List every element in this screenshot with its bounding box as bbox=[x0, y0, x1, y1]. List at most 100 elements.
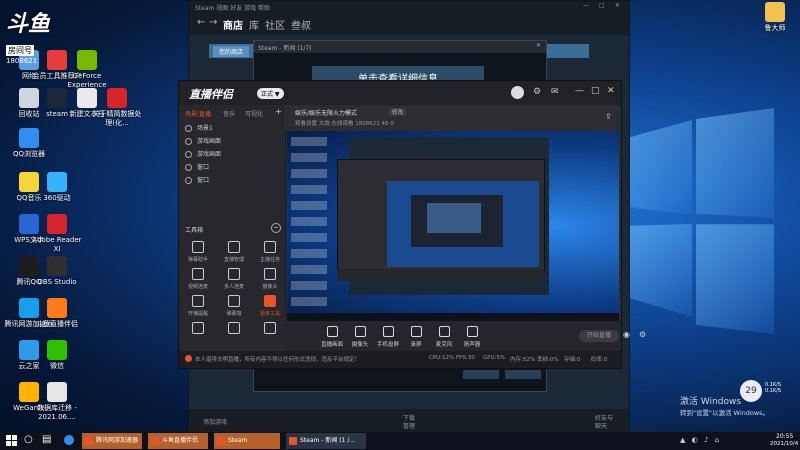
control-button[interactable]: 手机投屏 bbox=[377, 326, 399, 348]
control-button[interactable]: 麦克风 bbox=[433, 326, 455, 348]
steam-menu[interactable]: Steam 视图 好友 游戏 帮助 bbox=[195, 3, 270, 12]
tool-item[interactable]: 弹幕助手 bbox=[185, 241, 211, 263]
nav-library[interactable]: 库 bbox=[249, 17, 259, 32]
control-button[interactable]: 直播画面 bbox=[321, 326, 343, 348]
eye-icon[interactable] bbox=[185, 125, 192, 132]
gear-icon[interactable]: ⚙ bbox=[639, 330, 646, 339]
taskbar-app[interactable]: Steam - 新闻 (1 /... bbox=[286, 433, 366, 449]
desktop-icon[interactable]: Adobe Reader XI bbox=[30, 214, 84, 254]
speed-widget[interactable]: 29 bbox=[740, 380, 762, 402]
warning-icon bbox=[185, 355, 192, 362]
tool-item[interactable]: 弹幕墙 bbox=[221, 295, 247, 317]
tool-label: 视频连麦 bbox=[187, 284, 208, 290]
tool-icon bbox=[264, 268, 276, 280]
desktop-icon[interactable]: 数据库迁移 - 2021.06.... bbox=[30, 382, 84, 422]
desktop-icon-label: 微信 bbox=[50, 362, 64, 370]
toolbox-collapse-icon[interactable]: − bbox=[271, 223, 281, 233]
close-icon[interactable]: ✕ bbox=[536, 42, 541, 49]
app-icon bbox=[77, 50, 97, 70]
tool-item[interactable] bbox=[221, 322, 247, 337]
eye-icon[interactable] bbox=[185, 164, 192, 171]
tool-item[interactable]: 直播管理 bbox=[221, 241, 247, 263]
tool-item[interactable]: 更多工具 bbox=[257, 295, 283, 317]
scene-label: 游戏画面 bbox=[197, 151, 222, 158]
desktop-icon[interactable]: 斗鱼直播伴侣 bbox=[30, 298, 84, 329]
add-game-button[interactable]: 添加游戏 bbox=[203, 417, 227, 426]
clock-date[interactable]: 2021/10/4 bbox=[770, 441, 798, 447]
tool-icon bbox=[228, 241, 240, 253]
close-icon[interactable]: ✕ bbox=[607, 86, 615, 96]
message-icon[interactable]: ✉ bbox=[551, 87, 559, 97]
minimize-icon[interactable]: — bbox=[575, 86, 584, 96]
desktop-icon[interactable]: GeForce Experience bbox=[60, 50, 114, 90]
desktop-icon-label: 数据库迁移 - 2021.06.... bbox=[37, 404, 77, 421]
add-scene-icon[interactable]: + bbox=[275, 107, 282, 116]
tray-icons[interactable]: ▲ ◐ ♪ ⌂ bbox=[680, 436, 721, 444]
preview-canvas[interactable] bbox=[287, 131, 619, 321]
minimize-icon[interactable]: — bbox=[583, 2, 589, 9]
scene-item[interactable]: 游戏画面 bbox=[185, 149, 221, 158]
scene-item[interactable]: 游戏画面 bbox=[185, 136, 221, 145]
stream-title[interactable]: 娱乐/娱乐无限火力模式 bbox=[295, 108, 357, 117]
version-dropdown[interactable]: 正式 ▼ bbox=[257, 88, 284, 99]
share-icon[interactable]: ⇪ bbox=[605, 112, 612, 121]
desktop-icon[interactable]: QQ浏览器 bbox=[2, 128, 56, 159]
tool-item[interactable]: 视频连麦 bbox=[185, 268, 211, 290]
nav-community[interactable]: 社区 bbox=[265, 17, 285, 32]
app-titlebar: 直播伴侣 正式 ▼ ⚙ ✉ — □ ✕ bbox=[179, 81, 621, 105]
desktop-icon-label: QQ浏览器 bbox=[12, 150, 46, 158]
stream-meta: 观看设置 大炮 在线观看 1808621 45 0 bbox=[295, 121, 394, 127]
steam-dropdowns bbox=[463, 370, 543, 380]
control-button[interactable]: 摄像头 bbox=[349, 326, 371, 348]
tab-scene[interactable]: 场景/直播 bbox=[185, 109, 211, 118]
maximize-icon[interactable]: □ bbox=[591, 86, 600, 96]
eye-icon[interactable] bbox=[185, 151, 192, 158]
stream-tag[interactable]: 修改 bbox=[389, 108, 407, 116]
tool-item[interactable] bbox=[257, 322, 283, 337]
tool-item[interactable]: 多人连麦 bbox=[221, 268, 247, 290]
browser-icon[interactable] bbox=[64, 435, 74, 445]
back-arrow-icon[interactable]: ← bbox=[197, 17, 205, 28]
tool-item[interactable] bbox=[185, 322, 211, 337]
start-live-button[interactable]: 开始直播 bbox=[579, 330, 619, 342]
desktop-icon[interactable]: 关于精简数据处理(化... bbox=[90, 88, 144, 128]
desktop-icon[interactable]: 微信 bbox=[30, 340, 84, 371]
tab-music[interactable]: 音乐 bbox=[223, 109, 235, 118]
steam-dropdown[interactable] bbox=[505, 370, 541, 379]
taskbar-app[interactable]: Steam bbox=[214, 433, 280, 449]
store-button[interactable]: 您的商店 bbox=[213, 46, 250, 57]
desktop-icon[interactable]: 鲁大师 bbox=[755, 2, 795, 33]
wallpaper-beam bbox=[630, 223, 692, 317]
clock-time[interactable]: 20:55 bbox=[776, 433, 793, 440]
control-button[interactable]: 录屏 bbox=[405, 326, 427, 348]
close-icon[interactable]: ✕ bbox=[615, 2, 620, 9]
nested-icons bbox=[291, 137, 327, 307]
control-button[interactable]: 扬声器 bbox=[461, 326, 483, 348]
nav-store[interactable]: 商店 bbox=[223, 17, 243, 32]
desktop-icon[interactable]: 360驱动 bbox=[30, 172, 84, 203]
desktop-icon[interactable]: OBS Studio bbox=[30, 256, 84, 287]
nav-user[interactable]: 叁叔 bbox=[291, 17, 311, 32]
scene-item[interactable]: 窗口 bbox=[185, 162, 209, 171]
forward-arrow-icon[interactable]: → bbox=[209, 17, 217, 28]
maximize-icon[interactable]: □ bbox=[599, 2, 605, 9]
tab-visual[interactable]: 可视化 bbox=[245, 109, 263, 118]
tool-item[interactable]: 主播任务 bbox=[257, 241, 283, 263]
tool-item[interactable]: 开播提醒 bbox=[185, 295, 211, 317]
task-view-icon[interactable]: ▤ bbox=[42, 434, 51, 445]
tool-item[interactable]: 摄像头 bbox=[257, 268, 283, 290]
avatar[interactable] bbox=[511, 86, 524, 99]
settings-icon[interactable]: ⚙ bbox=[533, 87, 541, 97]
control-label: 录屏 bbox=[410, 342, 422, 348]
app-icon bbox=[765, 2, 785, 22]
eye-icon[interactable] bbox=[185, 138, 192, 145]
steam-dropdown[interactable] bbox=[463, 370, 499, 379]
search-icon[interactable]: ○ bbox=[24, 434, 33, 445]
taskbar-app[interactable]: 斗鱼直播伴侣 bbox=[148, 433, 208, 449]
eye-icon[interactable] bbox=[185, 177, 192, 184]
scene-item[interactable]: 窗口 bbox=[185, 175, 209, 184]
eye-icon[interactable]: ◉ bbox=[623, 330, 630, 339]
start-icon[interactable] bbox=[6, 435, 17, 446]
scene-item[interactable]: 场景1 bbox=[185, 123, 213, 132]
taskbar-app[interactable]: 腾讯网游加速器 bbox=[82, 433, 142, 449]
